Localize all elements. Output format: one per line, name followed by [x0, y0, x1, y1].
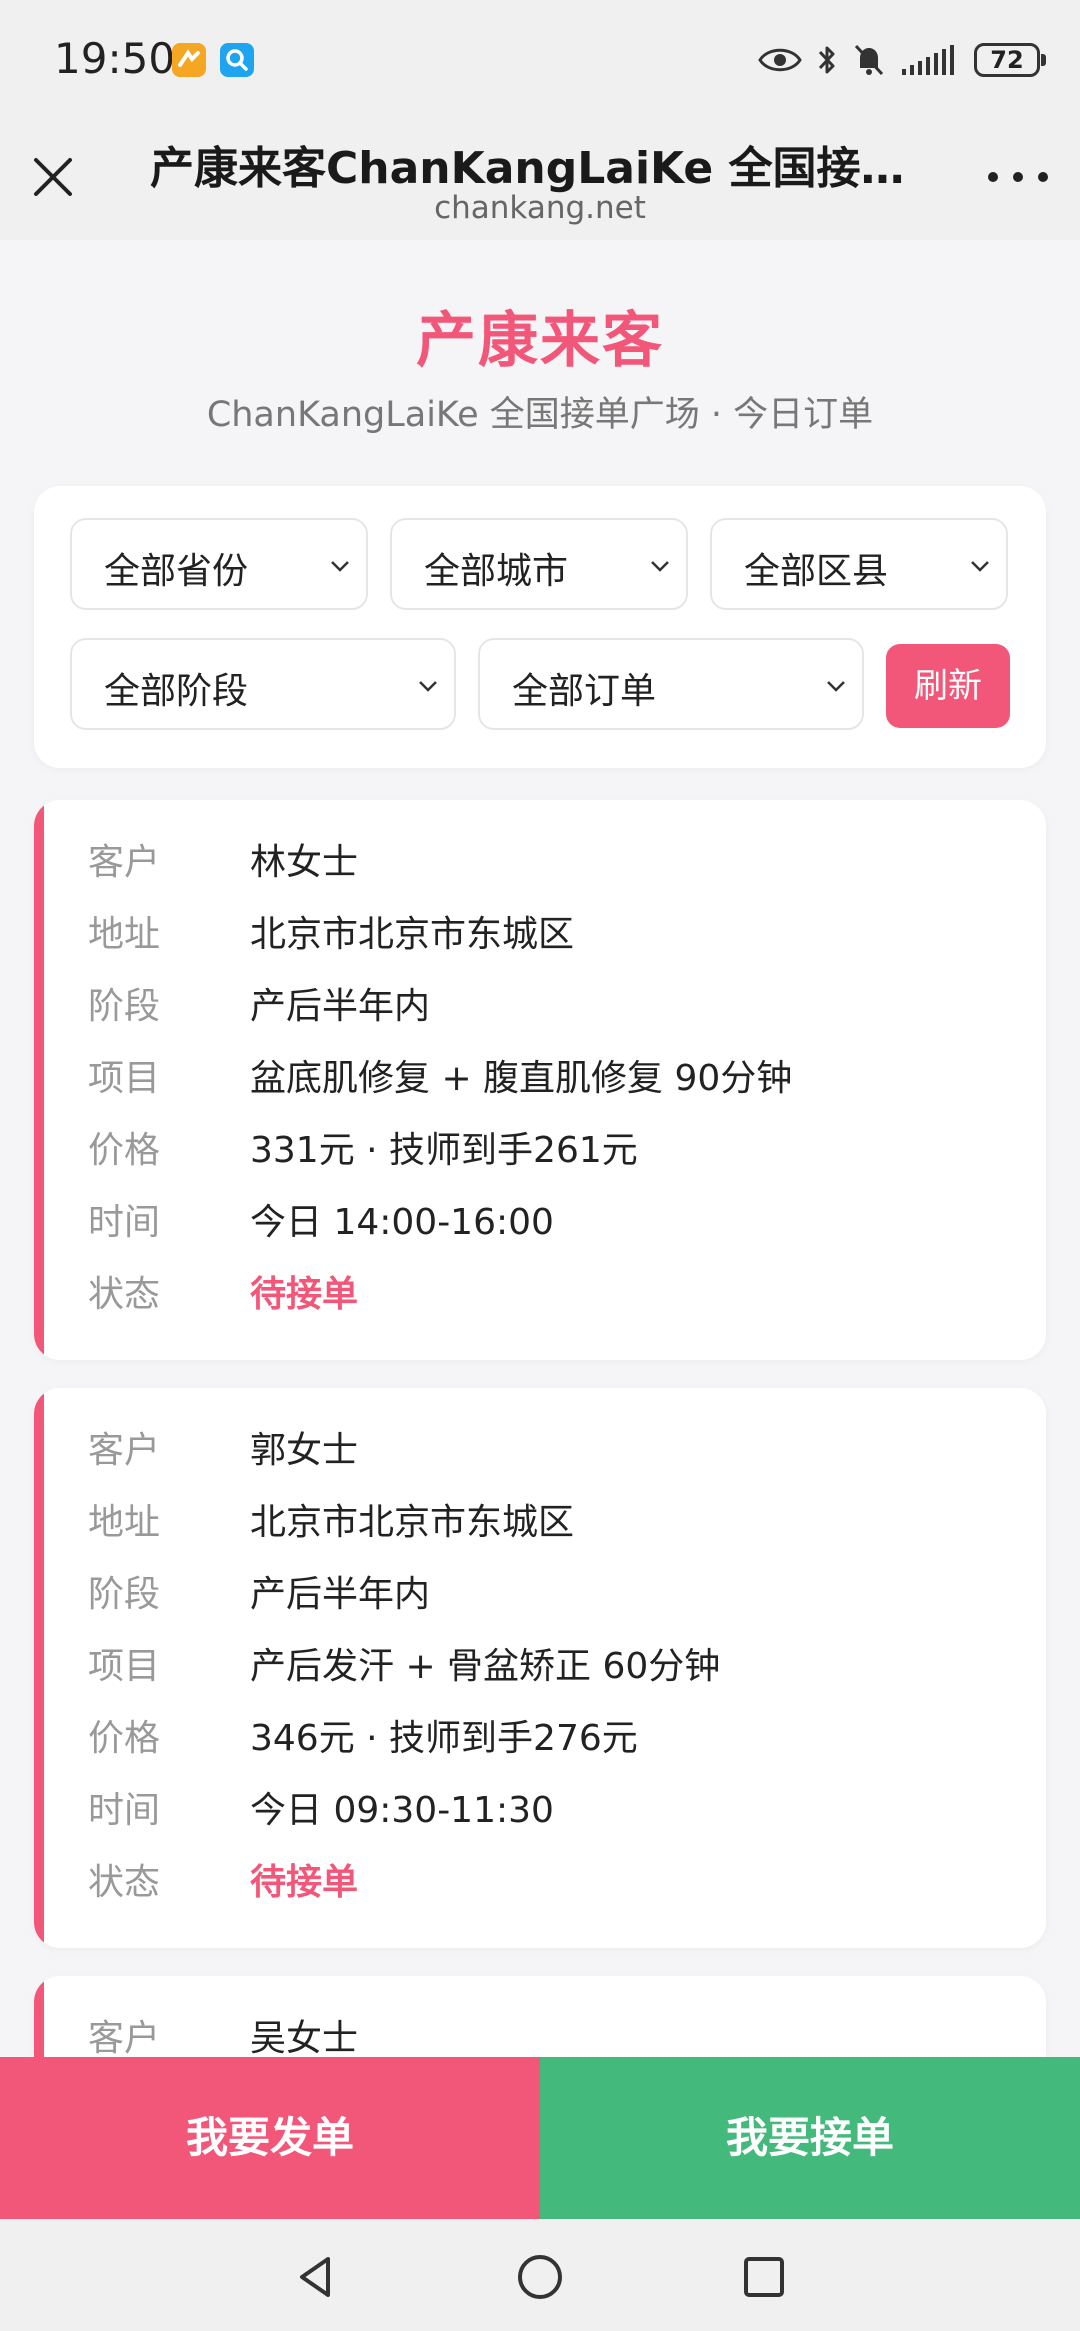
chevron-down-icon — [419, 681, 437, 692]
district-select-label: 全部区县 — [744, 551, 889, 592]
more-dot-icon — [1013, 172, 1023, 182]
order-stage: 产后半年内 — [250, 1574, 431, 1615]
stage-select[interactable]: 全部阶段 — [70, 638, 456, 730]
status-bar: 19:50 72 — [0, 0, 1080, 112]
hero-subtitle: ChanKangLaiKe 全国接单广场 · 今日订单 — [206, 395, 874, 435]
province-select-label: 全部省份 — [104, 551, 249, 592]
chevron-down-icon — [971, 561, 989, 572]
label-stage: 阶段 — [88, 986, 161, 1027]
chevron-down-icon — [651, 561, 669, 572]
close-button[interactable] — [30, 154, 76, 200]
system-nav-bar — [0, 2219, 1080, 2331]
order-type-select[interactable]: 全部订单 — [478, 638, 864, 730]
label-price: 价格 — [88, 1130, 161, 1171]
stage-select-label: 全部阶段 — [104, 671, 249, 712]
label-item: 项目 — [88, 1646, 161, 1687]
order-time: 今日 09:30-11:30 — [250, 1790, 554, 1831]
order-price: 331元 · 技师到手261元 — [250, 1130, 638, 1171]
label-item: 项目 — [88, 1058, 161, 1099]
city-select-label: 全部城市 — [424, 551, 569, 592]
order-customer: 郭女士 — [250, 1430, 359, 1471]
hero-title: 产康来客 — [416, 306, 664, 376]
order-address: 北京市北京市东城区 — [250, 1502, 575, 1543]
label-time: 时间 — [88, 1202, 161, 1243]
order-type-select-label: 全部订单 — [512, 671, 657, 712]
back-nav-icon[interactable] — [288, 2249, 344, 2305]
province-select[interactable]: 全部省份 — [70, 518, 368, 610]
label-address: 地址 — [88, 914, 161, 955]
app-notification-icon — [172, 43, 206, 77]
bottom-action-bar: 我要发单 我要接单 — [0, 2057, 1080, 2219]
signal-icon — [902, 45, 954, 75]
status-time: 19:50 — [54, 34, 176, 83]
bluetooth-icon — [818, 46, 835, 74]
battery-level: 72 — [990, 46, 1024, 74]
more-dot-icon — [988, 172, 998, 182]
order-card[interactable]: 客户 郭女士 地址 北京市北京市东城区 阶段 产后半年内 项目 产后发汗 + 骨盆矫正 … — [34, 1388, 1046, 1948]
eye-icon — [758, 48, 802, 72]
order-card[interactable]: 客户 林女士 地址 北京市北京市东城区 阶段 产后半年内 项目 盆底肌修复 + 腹直肌修… — [34, 800, 1046, 1360]
card-accent-bar — [34, 1388, 44, 1948]
search-app-icon — [220, 43, 254, 77]
label-status: 状态 — [88, 1274, 161, 1315]
browser-header: 产康来客ChanKangLaiKe 全国接单… chankang.net — [0, 112, 1080, 240]
post-order-button[interactable]: 我要发单 — [0, 2057, 540, 2219]
district-select[interactable]: 全部区县 — [710, 518, 1008, 610]
recents-nav-icon[interactable] — [736, 2249, 792, 2305]
label-stage: 阶段 — [88, 1574, 161, 1615]
refresh-button[interactable]: 刷新 — [886, 644, 1010, 728]
order-time: 今日 14:00-16:00 — [250, 1202, 554, 1243]
home-nav-icon[interactable] — [512, 2249, 568, 2305]
filter-panel: 全部省份 全部城市 全部区县 全部阶段 全部订单 刷新 — [34, 486, 1046, 768]
card-accent-bar — [34, 800, 44, 1360]
chevron-down-icon — [331, 561, 349, 572]
order-address: 北京市北京市东城区 — [250, 914, 575, 955]
order-customer: 林女士 — [250, 842, 359, 883]
order-stage: 产后半年内 — [250, 986, 431, 1027]
label-price: 价格 — [88, 1718, 161, 1759]
chevron-down-icon — [827, 681, 845, 692]
order-item: 盆底肌修复 + 腹直肌修复 90分钟 — [250, 1058, 793, 1099]
city-select[interactable]: 全部城市 — [390, 518, 688, 610]
bell-muted-icon — [854, 44, 884, 76]
label-customer: 客户 — [88, 842, 161, 883]
close-icon — [34, 158, 72, 196]
label-time: 时间 — [88, 1790, 161, 1831]
label-status: 状态 — [88, 1862, 161, 1903]
order-item: 产后发汗 + 骨盆矫正 60分钟 — [250, 1646, 721, 1687]
page-url: chankang.net — [434, 190, 646, 226]
page-title: 产康来客ChanKangLaiKe 全国接单… — [150, 143, 930, 194]
order-status: 待接单 — [250, 1862, 359, 1903]
more-dot-icon — [1038, 172, 1048, 182]
accept-order-button[interactable]: 我要接单 — [540, 2057, 1080, 2219]
order-price: 346元 · 技师到手276元 — [250, 1718, 638, 1759]
order-status: 待接单 — [250, 1274, 359, 1315]
battery-icon: 72 — [974, 43, 1046, 77]
status-icons: 72 — [758, 38, 1046, 82]
label-address: 地址 — [88, 1502, 161, 1543]
label-customer: 客户 — [88, 1430, 161, 1471]
more-options-button[interactable] — [988, 162, 1048, 192]
